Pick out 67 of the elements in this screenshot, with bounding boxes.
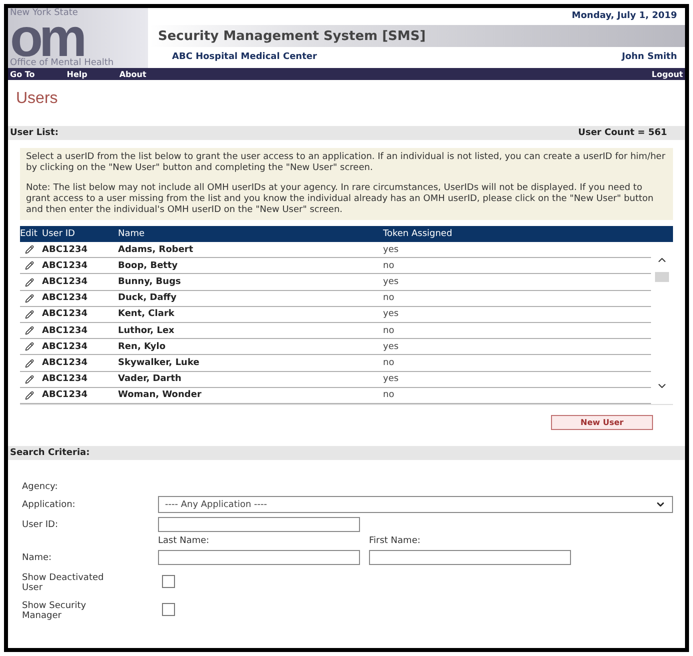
user-count: User Count = 561 — [578, 128, 667, 138]
page-title: Users — [16, 90, 59, 108]
table-cell-text: ABC1234 — [42, 326, 88, 336]
field-label: Application: — [22, 500, 76, 510]
table-cell-text: no — [383, 326, 396, 336]
table-cell-text: ABC1234 — [42, 260, 88, 271]
checkbox-label: Show Deactivated User — [22, 573, 105, 593]
table-cell-text: no — [383, 260, 396, 271]
table-cell-text: yes — [383, 244, 400, 255]
field-label: Agency: — [22, 482, 59, 492]
system-title: Security Management System [SMS] — [158, 28, 426, 44]
last-name-field[interactable] — [158, 550, 360, 565]
user-name: John Smith — [622, 52, 677, 62]
table-cell-text: Adams, Robert — [118, 244, 194, 255]
nav-link[interactable]: Go To — [10, 70, 35, 78]
section-title: Search Criteria: — [10, 448, 90, 458]
table-cell-text: ABC1234 — [42, 390, 88, 400]
checkbox[interactable] — [162, 574, 175, 588]
field-label: Name: — [22, 552, 53, 562]
user-id-field[interactable] — [158, 517, 360, 532]
field-label: Last Name: — [158, 536, 210, 546]
field-label: User ID: — [22, 520, 59, 530]
table-cell-text: Ren, Kylo — [118, 342, 167, 352]
logo-caption: Office of Mental Health — [10, 58, 115, 68]
note-text: Note: The list below may not include all OMH userIDs at your agency. In rare circumstances, UserIDs will not be displayed. If you need to grant access to a user missing from the list and you know the individual already has an OMH userID, please click on the "New User" button and then enter the individual's OMH userID on the "New User" screen. — [26, 183, 655, 216]
column-header: Name — [118, 229, 146, 239]
table-cell-text: yes — [383, 374, 400, 384]
table-cell-text: Bunny, Bugs — [118, 277, 182, 287]
table-cell-text: no — [383, 358, 396, 368]
table-cell-text: Luthor, Lex — [118, 326, 176, 336]
table-cell-text: yes — [383, 309, 400, 320]
table-cell-text: no — [383, 293, 396, 304]
table-cell-text: Woman, Wonder — [118, 390, 202, 400]
table-cell-text: Boop, Betty — [118, 260, 179, 271]
table-cell-text: Duck, Daffy — [118, 293, 178, 304]
table-cell-text: Vader, Darth — [118, 374, 182, 384]
first-name-field[interactable] — [369, 550, 571, 565]
field-label: First Name: — [369, 536, 420, 546]
column-header: Edit — [20, 229, 38, 239]
table-cell-text: ABC1234 — [42, 309, 88, 320]
table-cell-text: no — [383, 390, 396, 400]
note-text: Select a userID from the list below to grant the user access to an application. If an individual is not listed, you can create a userID for him/her by clicking on the "New User" button and completing the "New User" screen. — [26, 152, 666, 174]
table-cell-text: ABC1234 — [42, 244, 88, 255]
facility-name: ABC Hospital Medical Center — [172, 52, 317, 62]
section-title: User List: — [10, 128, 58, 138]
table-cell-text: ABC1234 — [42, 374, 88, 384]
new-user-button[interactable]: New User — [551, 415, 653, 430]
table-cell-text: Skywalker, Luke — [118, 358, 200, 368]
table-cell-text: ABC1234 — [42, 277, 88, 287]
table-cell-text: Kent, Clark — [118, 309, 176, 320]
nav-link[interactable]: About — [119, 70, 146, 78]
table-cell-text: ABC1234 — [42, 358, 88, 368]
column-header: User ID — [42, 229, 76, 239]
logo-letters: om — [10, 19, 84, 57]
table-cell-text: yes — [383, 277, 400, 287]
checkbox[interactable] — [162, 602, 175, 616]
logo-caption: New York State — [10, 8, 79, 18]
date-text: Monday, July 1, 2019 — [572, 11, 677, 23]
nav-link[interactable]: Help — [66, 70, 88, 78]
checkbox-label: Show Security Manager — [22, 601, 88, 621]
table-cell-text: yes — [383, 342, 400, 352]
scrollbar-thumb[interactable] — [655, 272, 669, 282]
column-header: Token Assigned — [383, 229, 454, 239]
application-select[interactable]: ---- Any Application ---- — [158, 496, 673, 513]
logout-link[interactable]: Logout — [652, 70, 683, 78]
table-cell-text: ABC1234 — [42, 342, 88, 352]
table-cell-text: ABC1234 — [42, 293, 88, 304]
